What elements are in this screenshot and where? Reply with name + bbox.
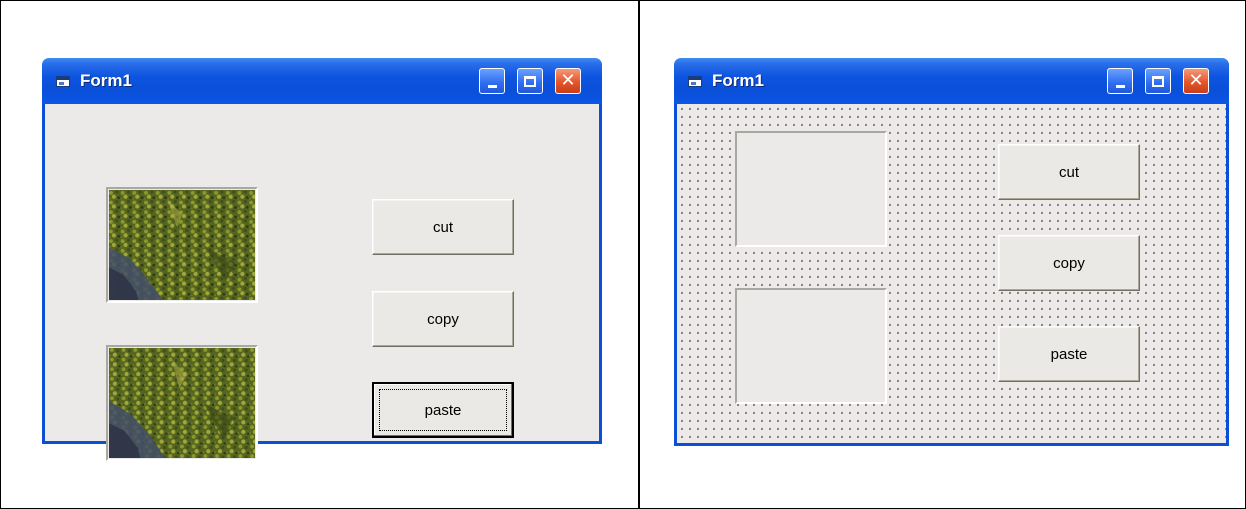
minimize-icon <box>1115 84 1125 88</box>
copy-button[interactable]: copy <box>372 291 514 347</box>
form-icon <box>56 76 70 87</box>
cut-button[interactable]: cut <box>372 199 514 255</box>
picture-box-1[interactable] <box>735 131 887 247</box>
maximize-button[interactable] <box>1145 68 1171 94</box>
form-client-area: cut copy paste <box>45 104 599 461</box>
form1-window-design: Form1 ✕ cut copy paste <box>674 58 1229 446</box>
close-icon: ✕ <box>1188 70 1204 91</box>
maximize-icon <box>1152 75 1164 87</box>
close-icon: ✕ <box>560 70 576 91</box>
maximize-button[interactable] <box>517 68 543 94</box>
grass-photo <box>109 348 255 458</box>
form1-window-runtime: Form1 ✕ cut copy paste <box>42 58 602 461</box>
picture-box-1[interactable] <box>106 187 258 303</box>
cut-button-label: cut <box>432 218 453 236</box>
paste-button[interactable]: paste <box>998 326 1140 382</box>
close-button[interactable]: ✕ <box>555 68 581 94</box>
right-cell: Form1 ✕ cut copy paste <box>640 1 1245 508</box>
paste-button-label: paste <box>424 401 462 419</box>
minimize-icon <box>487 84 497 88</box>
copy-button-label: copy <box>1053 254 1085 272</box>
cut-button[interactable]: cut <box>998 144 1140 200</box>
title-bar[interactable]: Form1 ✕ <box>674 58 1229 104</box>
picture-box-2[interactable] <box>106 345 258 461</box>
paste-button-label: paste <box>1050 345 1088 363</box>
cut-button-label: cut <box>1058 163 1079 181</box>
form-design-grid: cut copy paste <box>677 104 1226 443</box>
close-button[interactable]: ✕ <box>1183 68 1209 94</box>
grass-photo <box>109 190 255 300</box>
minimize-button[interactable] <box>479 68 505 94</box>
document-table: Form1 ✕ cut copy paste Form1 ✕ cut copy … <box>0 0 1246 509</box>
maximize-icon <box>524 75 536 87</box>
paste-button[interactable]: paste <box>372 382 514 438</box>
window-title: Form1 <box>80 71 132 90</box>
picture-box-2[interactable] <box>735 288 887 404</box>
form-icon <box>688 76 702 87</box>
minimize-button[interactable] <box>1107 68 1133 94</box>
title-bar[interactable]: Form1 ✕ <box>42 58 602 104</box>
copy-button[interactable]: copy <box>998 235 1140 291</box>
window-title: Form1 <box>712 71 764 90</box>
left-cell: Form1 ✕ cut copy paste <box>1 1 640 508</box>
copy-button-label: copy <box>427 310 459 328</box>
